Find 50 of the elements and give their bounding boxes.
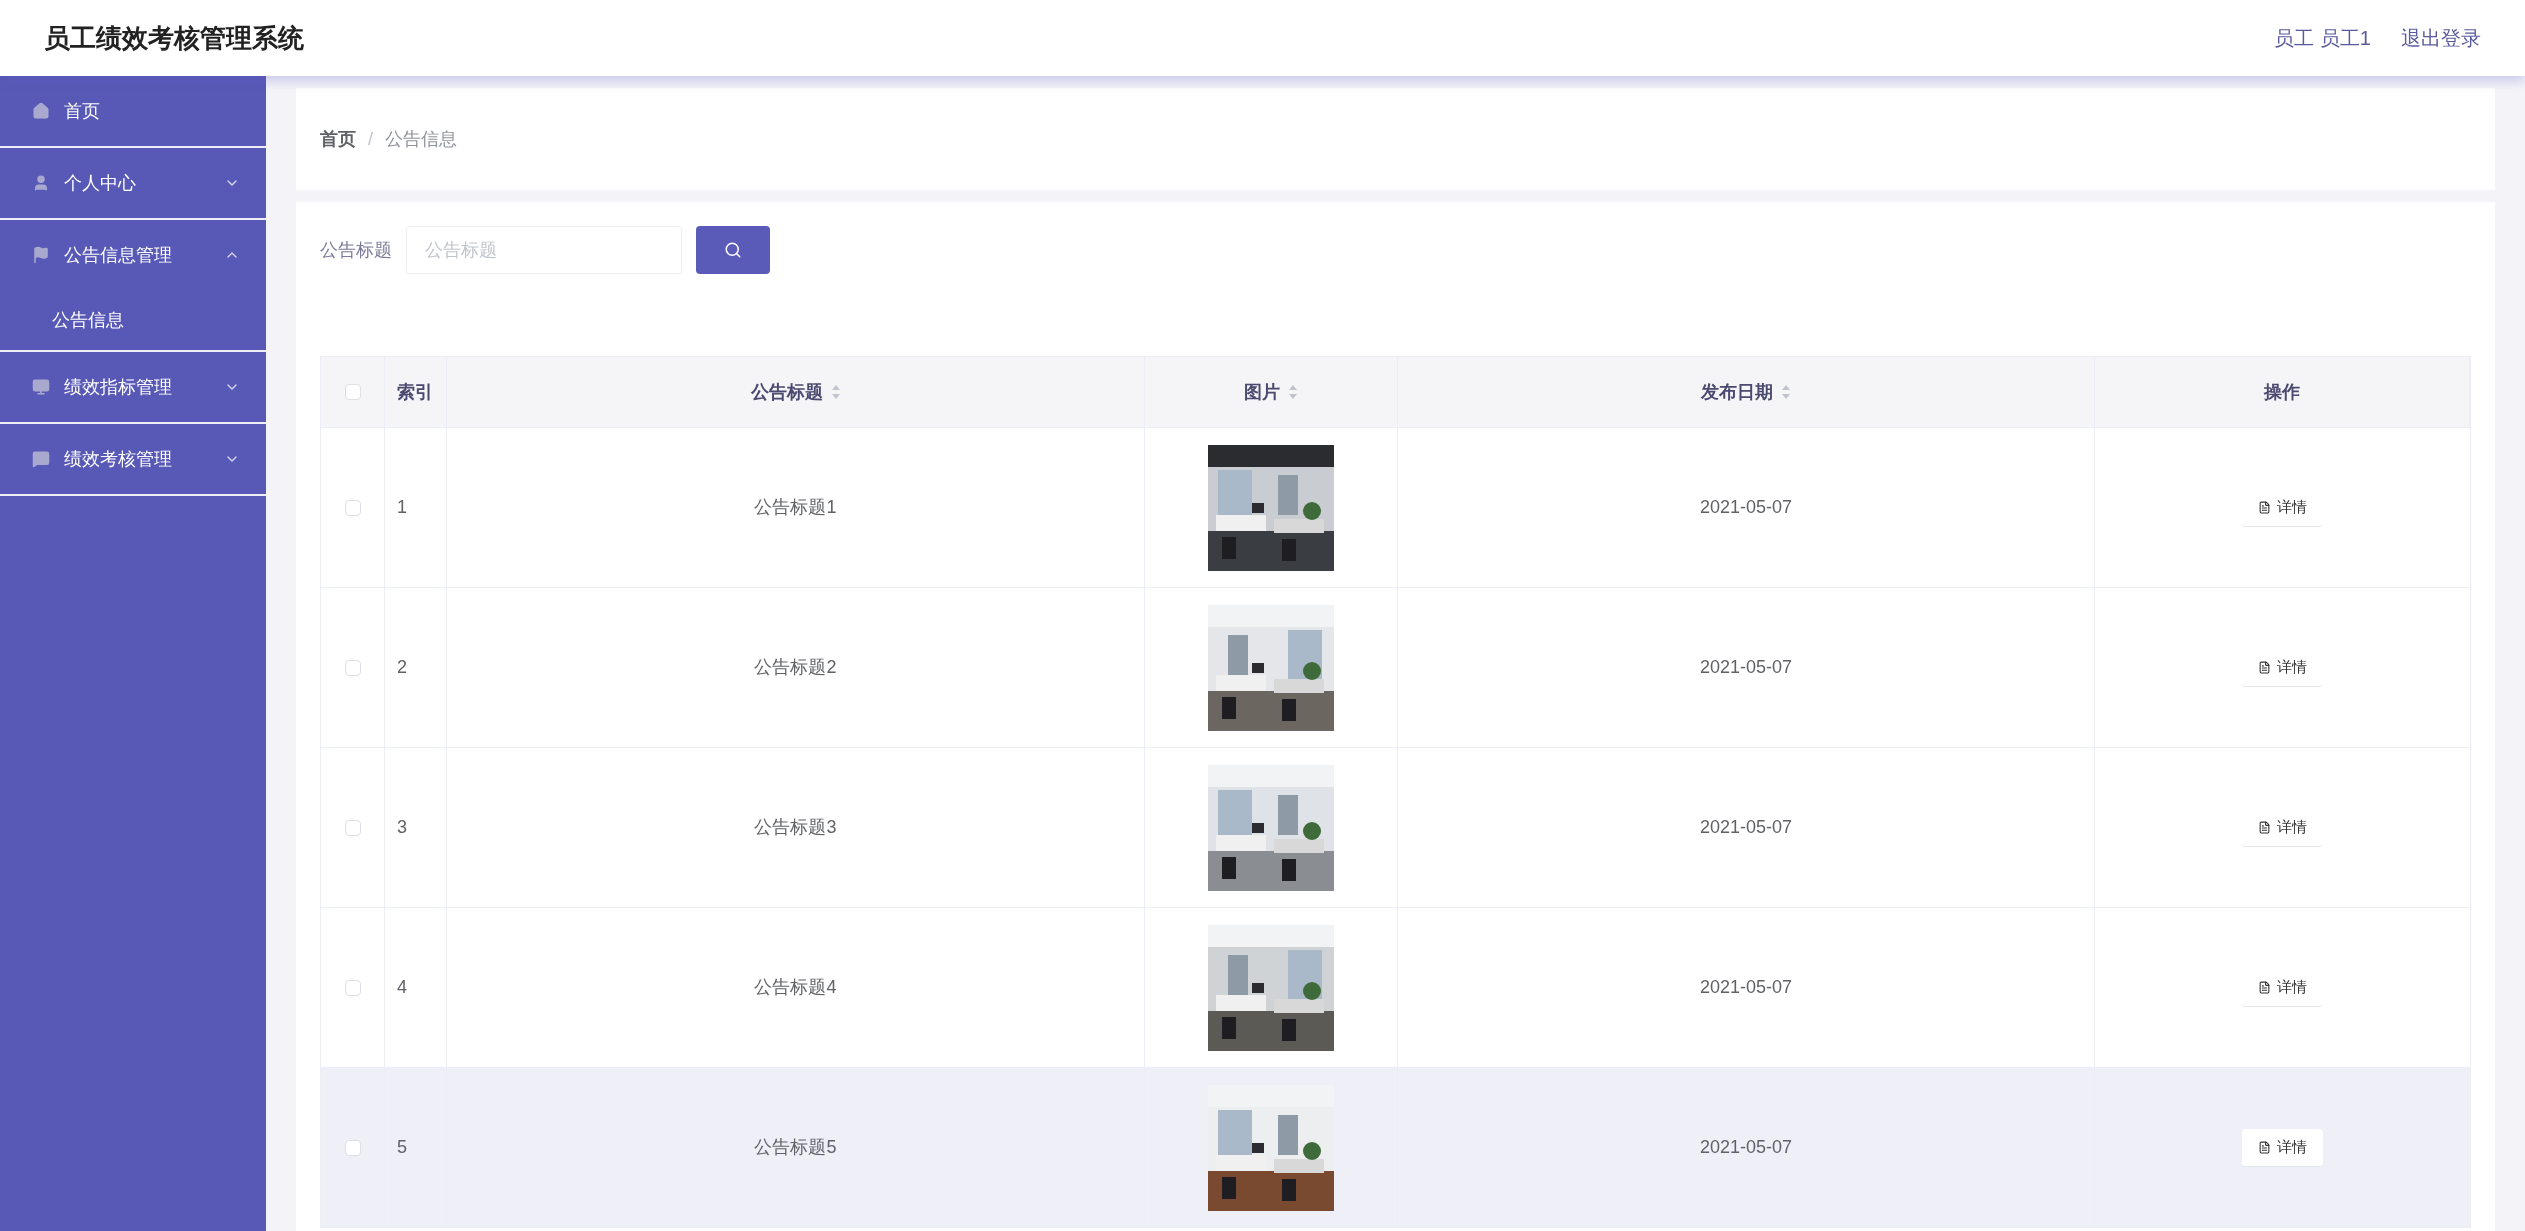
monitor-icon <box>32 378 50 396</box>
document-icon <box>2258 500 2271 514</box>
table-cell-text: 公告标题5 <box>754 1136 837 1159</box>
chat-icon <box>32 450 50 468</box>
table-cell-text: 2021-05-07 <box>1699 496 1793 519</box>
sort-icon[interactable] <box>1781 384 1791 400</box>
home-icon <box>32 102 50 120</box>
document-icon <box>2258 660 2271 674</box>
table-cell-text: 公告标题4 <box>754 976 837 999</box>
table-cell-text: 2021-05-07 <box>1699 816 1793 839</box>
breadcrumb-link[interactable]: 首页 <box>320 125 356 153</box>
sidebar-subitem[interactable]: 公告信息 <box>0 290 266 350</box>
table-cell-text: 2021-05-07 <box>1699 976 1793 999</box>
document-icon <box>2258 980 2271 994</box>
logout-link[interactable]: 退出登录 <box>2401 23 2481 53</box>
sidebar-item[interactable]: 绩效指标管理 <box>0 352 266 422</box>
sidebar-item[interactable]: 绩效考核管理 <box>0 424 266 494</box>
table-cell-text: 3 <box>397 816 407 839</box>
table-cell-text: 5 <box>397 1136 407 1159</box>
user-name: 员工 员工1 <box>2274 26 2371 51</box>
search-icon <box>724 241 742 259</box>
sidebar-item[interactable]: 首页 <box>0 76 266 146</box>
table-cell-text: 1 <box>397 496 407 519</box>
sidebar-item[interactable]: 公告信息管理 <box>0 220 266 290</box>
table-cell-text: 公告标题2 <box>754 656 837 679</box>
detail-button[interactable]: 详情 <box>2242 1128 2323 1167</box>
document-icon <box>2258 1140 2271 1154</box>
checkbox[interactable] <box>344 659 361 676</box>
search-button[interactable] <box>696 226 770 274</box>
checkbox[interactable] <box>344 384 361 400</box>
sort-icon[interactable] <box>830 384 841 400</box>
document-icon <box>2258 820 2271 834</box>
checkbox[interactable] <box>344 1139 361 1156</box>
table-cell-text: 2 <box>397 656 407 679</box>
user-icon <box>32 174 50 192</box>
table-cell-text: 公告标题3 <box>754 816 837 839</box>
sort-icon[interactable] <box>1288 384 1298 400</box>
breadcrumb-separator: / <box>368 127 373 151</box>
table-cell-text: 2021-05-07 <box>1699 1136 1793 1159</box>
checkbox[interactable] <box>344 819 361 836</box>
search-field[interactable]: 公告标题 <box>406 226 682 274</box>
table-cell-text: 公告标题1 <box>754 496 837 519</box>
sidebar-item[interactable]: 个人中心 <box>0 148 266 218</box>
search-label: 公告标题 <box>320 238 392 262</box>
checkbox[interactable] <box>344 979 361 996</box>
flag-icon <box>32 246 50 264</box>
app-title: 员工绩效考核管理系统 <box>44 21 304 55</box>
table-cell-text: 4 <box>397 976 407 999</box>
checkbox[interactable] <box>344 499 361 516</box>
table-cell-text: 2021-05-07 <box>1699 656 1793 679</box>
